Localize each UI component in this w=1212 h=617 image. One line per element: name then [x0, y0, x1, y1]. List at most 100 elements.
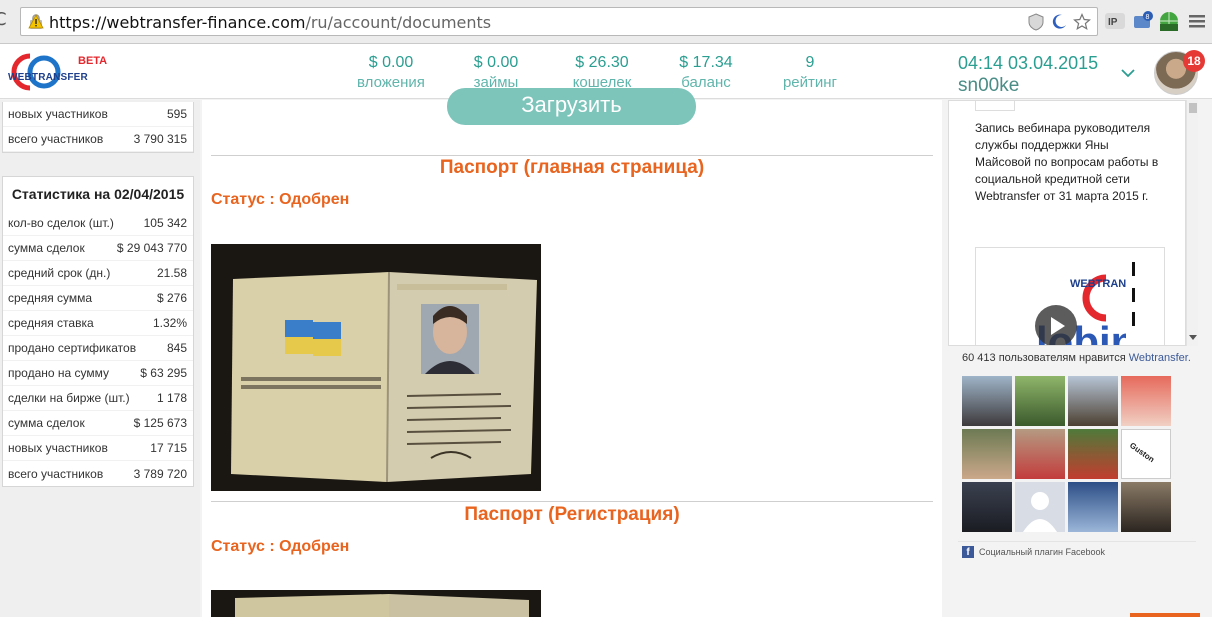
fan-avatar[interactable]: [962, 429, 1012, 479]
stat-row: сумма сделок $ 125 673: [3, 411, 193, 436]
divider: [958, 541, 1196, 542]
feed-scrollbar[interactable]: [1186, 100, 1198, 346]
ip-extension-icon[interactable]: IP: [1104, 10, 1126, 32]
page-link[interactable]: Webtransfer.: [1129, 352, 1191, 364]
beta-label: BETA: [78, 55, 108, 67]
svg-text:WEBTRAN: WEBTRAN: [1070, 278, 1126, 290]
stat-row-value: $ 276: [156, 291, 187, 305]
fan-avatar[interactable]: [1068, 482, 1118, 532]
plugin-label-text: Социальный плагин Facebook: [979, 547, 1106, 557]
stat-row: средний срок (дн.) 21.58: [3, 261, 193, 286]
document-title: Паспорт (Регистрация): [464, 504, 680, 525]
fan-avatar[interactable]: [1068, 376, 1118, 426]
fan-avatar[interactable]: [1015, 429, 1065, 479]
left-sidebar: новых участников 595 всего участников 3 79…: [0, 100, 200, 617]
chevron-down-icon[interactable]: [1120, 66, 1136, 80]
stat-row: всего участников 3 790 315: [3, 127, 193, 152]
address-bar[interactable]: https://webtransfer-finance.com/ru/accou…: [20, 7, 1098, 36]
stat-value: $ 17.34: [679, 54, 733, 71]
stat-row-value: $ 125 673: [133, 416, 187, 430]
divider: [211, 501, 933, 502]
accent-bar: [1130, 613, 1200, 617]
browser-toolbar: C https://webtransfer-finance.com/ru/acc…: [0, 0, 1212, 44]
stat-row: сделки на бирже (шт.) 1 178: [3, 386, 193, 411]
stat-row-label: средняя ставка: [8, 316, 94, 330]
fan-avatar[interactable]: [962, 482, 1012, 532]
scroll-down-icon[interactable]: [1189, 333, 1197, 341]
shield-icon[interactable]: [1027, 13, 1045, 31]
stat-wallet[interactable]: $ 26.30 кошелек: [566, 54, 638, 91]
stat-row: сумма сделок $ 29 043 770: [3, 236, 193, 261]
stat-row: продано на сумму $ 63 295: [3, 361, 193, 386]
stat-row-label: всего участников: [8, 132, 104, 146]
stat-value: $ 0.00: [473, 54, 519, 71]
stat-rating[interactable]: 9 рейтинг: [776, 54, 844, 91]
fan-avatar[interactable]: [1015, 376, 1065, 426]
stat-row-label: сумма сделок: [8, 416, 85, 430]
passport-photo-main[interactable]: [211, 244, 541, 491]
upload-button[interactable]: Загрузить: [447, 88, 696, 125]
stat-row-label: новых участников: [8, 441, 108, 455]
fan-avatar-default[interactable]: [1015, 482, 1065, 532]
passport-image: [211, 590, 541, 617]
fan-avatar[interactable]: [1121, 376, 1171, 426]
fan-avatar[interactable]: Guston: [1121, 429, 1171, 479]
stat-row-value: 3 789 720: [133, 466, 187, 481]
stat-row-value: $ 29 043 770: [116, 241, 187, 255]
passport-photo-registration[interactable]: [211, 590, 541, 617]
notification-badge[interactable]: 18: [1183, 50, 1205, 72]
stat-value: 9: [805, 54, 815, 71]
url-host: https://webtransfer-finance.com: [49, 13, 306, 32]
star-icon[interactable]: [1073, 13, 1091, 31]
stat-value: $ 26.30: [575, 54, 629, 71]
post-text: Запись вебинара руководителя службы подд…: [975, 121, 1159, 203]
stat-row-value: 1.32%: [152, 316, 187, 330]
post-thumbnail: [975, 101, 1015, 111]
document-status: Статус : Одобрен: [211, 538, 350, 555]
facebook-post-feed[interactable]: Запись вебинара руководителя службы подд…: [948, 100, 1186, 346]
globe-extension-icon[interactable]: [1158, 10, 1180, 32]
play-icon[interactable]: [1034, 304, 1078, 346]
counter-extension-icon[interactable]: 8: [1132, 10, 1154, 32]
stat-row: средняя ставка 1.32%: [3, 311, 193, 336]
fan-avatar[interactable]: [1068, 429, 1118, 479]
menu-icon[interactable]: [1186, 10, 1208, 32]
fan-avatar[interactable]: [1121, 482, 1171, 532]
stat-investments[interactable]: $ 0.00 вложения: [355, 54, 427, 91]
stat-row-value: 17 715: [150, 441, 187, 455]
stat-row: новых участников 595: [3, 102, 193, 127]
stat-balance[interactable]: $ 17.34 баланс: [671, 54, 741, 91]
username[interactable]: sn00ke: [958, 75, 1019, 97]
stat-row: всего участников 3 789 720: [3, 461, 193, 486]
stat-row-label: новых участников: [8, 107, 108, 121]
moon-icon[interactable]: [1050, 13, 1068, 31]
statistics-title: Статистика на 02/04/2015: [11, 186, 185, 202]
reload-icon[interactable]: C: [0, 9, 12, 31]
stat-row: кол-во сделок (шт.) 105 342: [3, 211, 193, 236]
stat-row-value: 105 342: [143, 216, 187, 230]
stat-value: $ 0.00: [368, 54, 414, 71]
fan-faces-grid: Guston: [962, 376, 1174, 532]
fan-avatar[interactable]: [962, 376, 1012, 426]
members-panel: новых участников 595 всего участников 3 79…: [2, 102, 194, 153]
stat-row-value: $ 63 295: [140, 366, 187, 380]
stat-label: рейтинг: [782, 74, 838, 91]
likes-summary: 60 413 пользователям нравится Webtransfe…: [962, 352, 1191, 364]
stat-row-label: сумма сделок: [8, 241, 85, 255]
video-preview[interactable]: WEBTRAN lobinan: [975, 247, 1165, 346]
stat-row-label: продано сертификатов: [8, 341, 137, 355]
logo[interactable]: WEBTRANSFER BETA: [0, 50, 110, 94]
statistics-panel: Статистика на 02/04/2015 кол-во сделок (…: [2, 176, 194, 487]
stat-row-value: 1 178: [156, 391, 187, 405]
right-sidebar: Запись вебинара руководителя службы подд…: [944, 100, 1212, 617]
stat-loans[interactable]: $ 0.00 займы: [464, 54, 528, 91]
scrollbar-thumb[interactable]: [1189, 103, 1197, 113]
likes-count: 60 413 пользователям нравится: [962, 352, 1126, 364]
stat-row-value: 21.58: [156, 266, 187, 280]
stat-row-label: всего участников: [8, 466, 104, 481]
logo-text: WEBTRANSFER: [8, 72, 88, 83]
stat-row-label: средняя сумма: [8, 291, 93, 305]
documents-content: Загрузить Паспорт (главная страница) Ста…: [202, 88, 942, 617]
facebook-plugin-label[interactable]: f Социальный плагин Facebook: [962, 546, 1105, 558]
passport-image: [211, 244, 541, 491]
